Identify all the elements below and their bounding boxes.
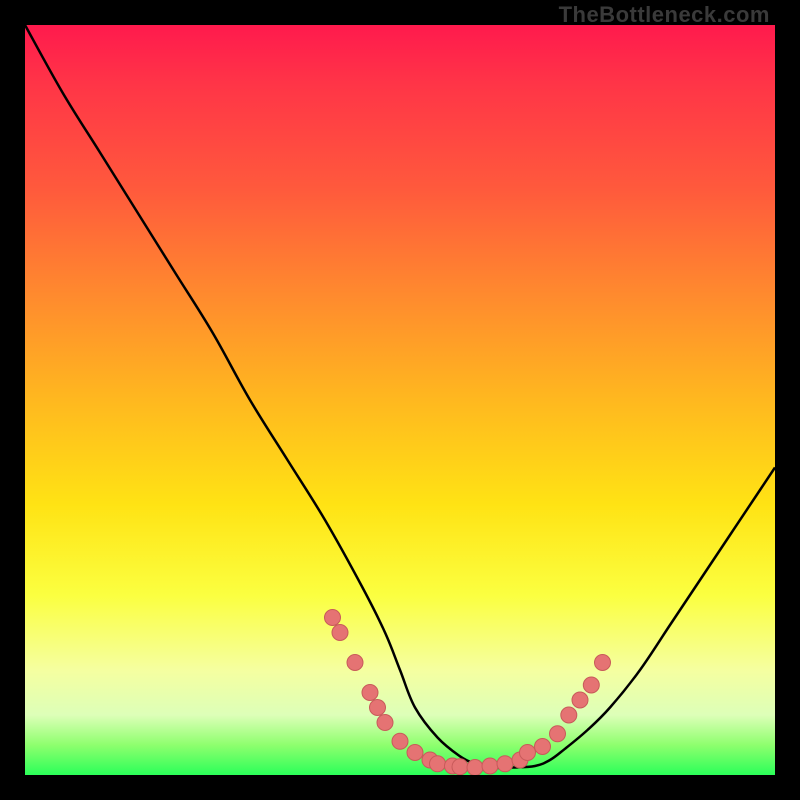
highlight-marker <box>497 756 513 772</box>
highlight-marker <box>377 715 393 731</box>
highlight-marker <box>332 625 348 641</box>
highlight-marker <box>392 733 408 749</box>
highlight-marker <box>595 655 611 671</box>
highlight-markers-group <box>325 610 611 776</box>
chart-frame <box>25 25 775 775</box>
highlight-marker <box>561 707 577 723</box>
bottleneck-curve-line <box>25 25 775 768</box>
highlight-marker <box>482 758 498 774</box>
highlight-marker <box>572 692 588 708</box>
highlight-marker <box>550 726 566 742</box>
highlight-marker <box>370 700 386 716</box>
highlight-marker <box>452 759 468 775</box>
highlight-marker <box>325 610 341 626</box>
highlight-marker <box>583 677 599 693</box>
highlight-marker <box>362 685 378 701</box>
highlight-marker <box>467 760 483 776</box>
chart-svg <box>25 25 775 775</box>
watermark-text: TheBottleneck.com <box>559 2 770 28</box>
highlight-marker <box>347 655 363 671</box>
highlight-marker <box>407 745 423 761</box>
highlight-marker <box>535 739 551 755</box>
highlight-marker <box>430 756 446 772</box>
highlight-marker <box>520 745 536 761</box>
